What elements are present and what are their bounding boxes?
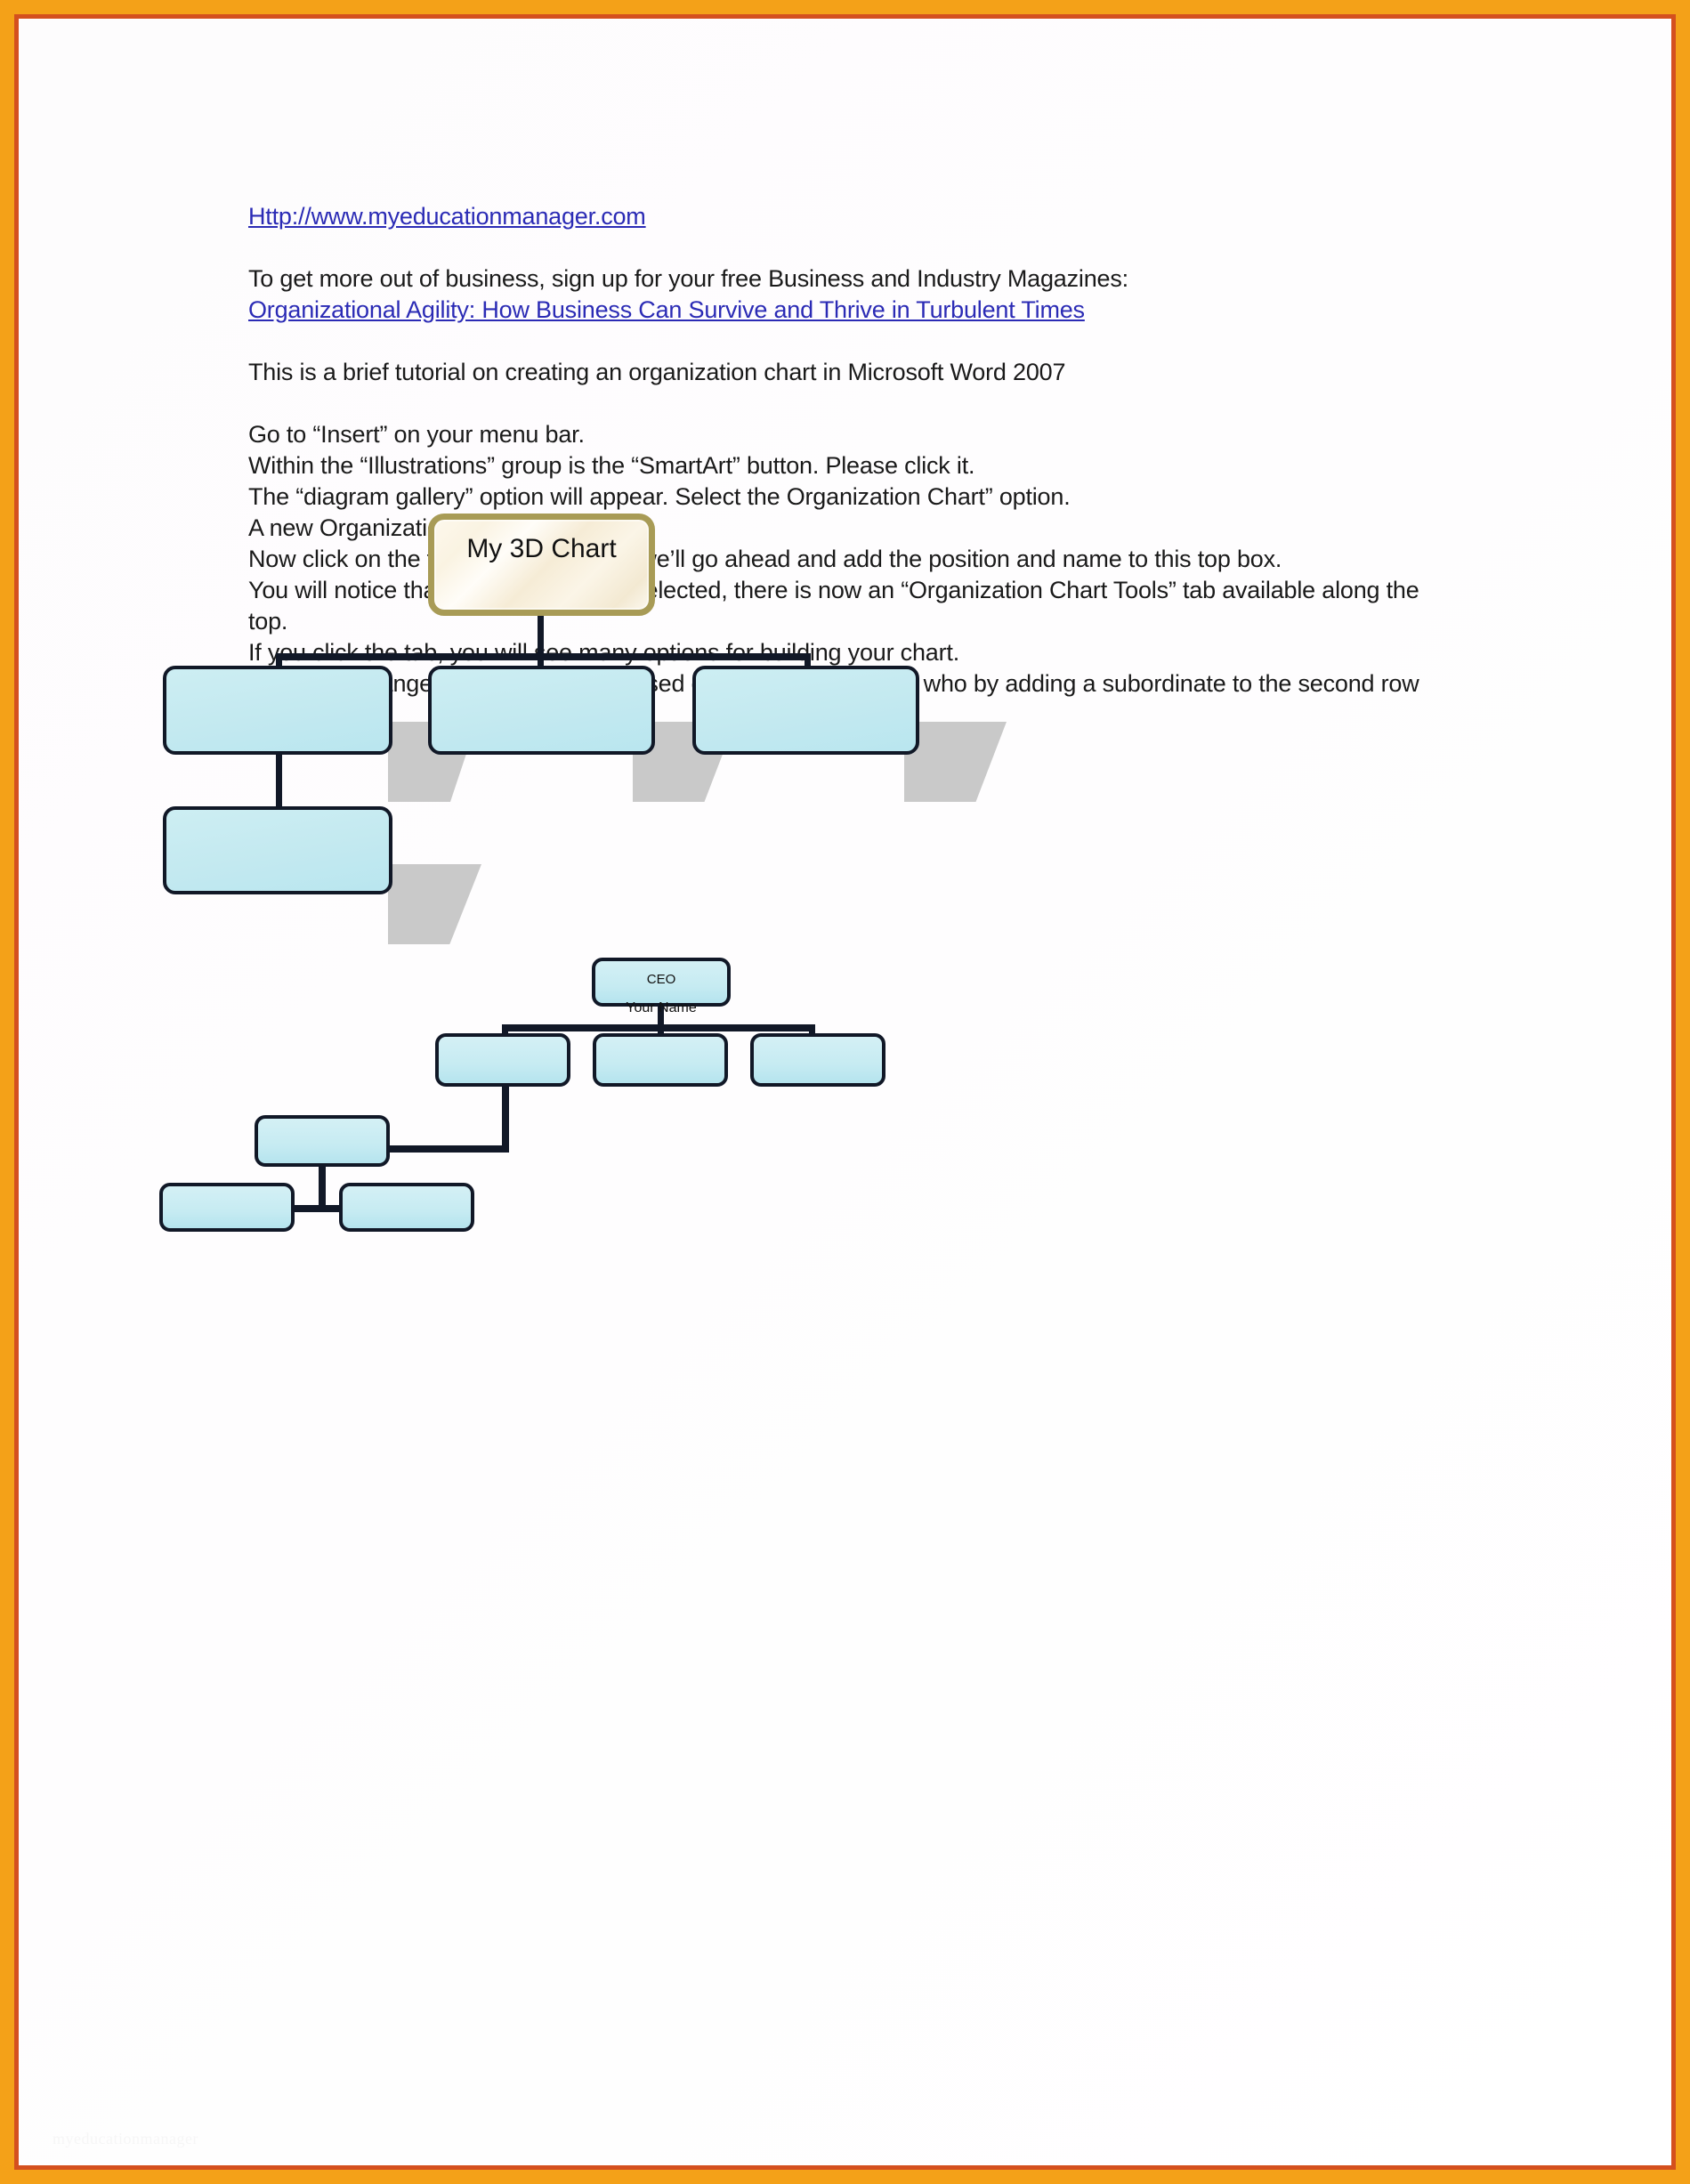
chart2-level2-node-1[interactable]: [435, 1033, 570, 1087]
page-watermark: myeducationmanager: [53, 2130, 198, 2148]
chart1-level3-node-1[interactable]: [163, 806, 392, 894]
chart1-level2-node-1[interactable]: [163, 666, 392, 755]
chart2-level2-node-2[interactable]: [593, 1033, 728, 1087]
page-border-top: [0, 0, 1690, 14]
chart1-level2-node-3[interactable]: [692, 666, 919, 755]
page-border-left: [0, 0, 14, 2184]
c2-connector-hanging-vert: [502, 1083, 509, 1151]
page-border-inner-bottom: [14, 2165, 1676, 2170]
c2-connector-sub-vert: [319, 1167, 326, 1209]
chart1-level2-node-2[interactable]: [428, 666, 655, 755]
page-frame: Http://www.myeducationmanager.com To get…: [0, 0, 1690, 2184]
chart2-hanging-node[interactable]: [255, 1115, 390, 1167]
chart1-root-node[interactable]: My 3D Chart: [428, 514, 655, 616]
connector-root-stem: [538, 611, 544, 659]
chart2-ceo-node[interactable]: CEO Your Name: [592, 958, 731, 1015]
chart2-ceo-title: CEO: [646, 972, 676, 987]
chart2-ceo-name: Your Name: [626, 1000, 697, 1015]
org-chart-ceo: CEO Your Name: [19, 19, 1671, 2165]
document-page: Http://www.myeducationmanager.com To get…: [19, 19, 1671, 2165]
page-border-bottom: [0, 2170, 1690, 2184]
chart1-root-label: My 3D Chart: [466, 534, 617, 563]
chart2-level4-node-1[interactable]: [159, 1183, 295, 1232]
page-border-right: [1676, 0, 1690, 2184]
c2-connector-hanging-horiz: [387, 1145, 509, 1153]
chart2-level4-node-2[interactable]: [339, 1183, 474, 1232]
chart2-level2-node-3[interactable]: [750, 1033, 885, 1087]
page-border-inner-right: [1671, 14, 1676, 2170]
